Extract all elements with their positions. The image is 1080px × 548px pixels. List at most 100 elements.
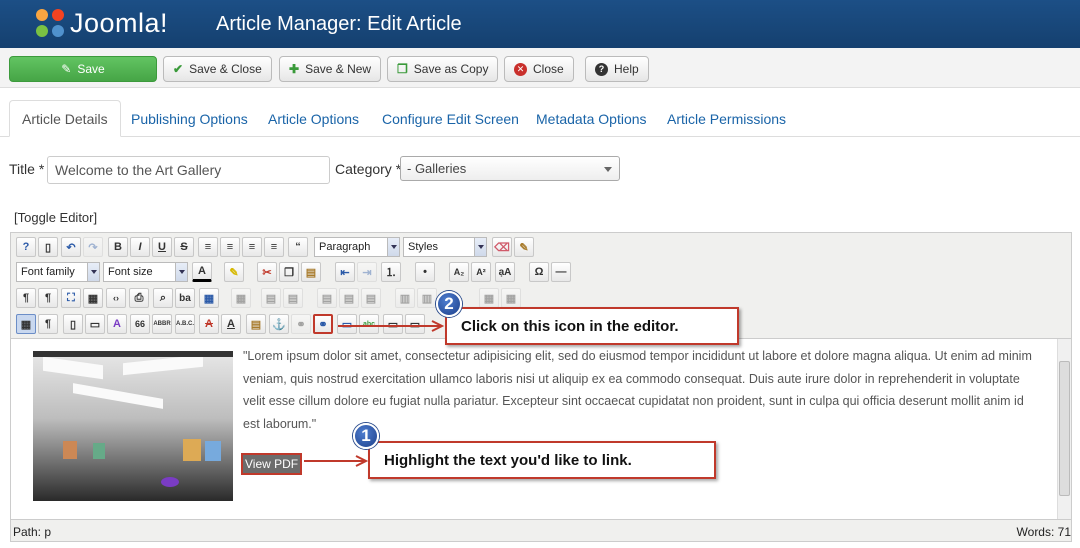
tab-article-options[interactable]: Article Options xyxy=(256,100,371,137)
save-new-label: Save & New xyxy=(305,62,372,76)
attributes-icon[interactable]: ▤ xyxy=(246,314,266,334)
save-new-button[interactable]: ✚ Save & New xyxy=(279,56,382,82)
save-copy-button[interactable]: ❐ Save as Copy xyxy=(387,56,499,82)
eraser-icon[interactable]: ⌫ xyxy=(492,237,512,257)
bullet-list-icon[interactable]: • xyxy=(415,262,435,282)
visual-aid-icon[interactable]: ▦ xyxy=(16,314,36,334)
row-before-icon[interactable]: ▤ xyxy=(317,288,337,308)
help-icon[interactable]: ? xyxy=(16,237,36,257)
step1-badge: 1 xyxy=(353,423,379,449)
font-family-value: Font family xyxy=(21,266,75,278)
app-header: Joomla! Article Manager: Edit Article xyxy=(0,0,1080,48)
category-label: Category * xyxy=(335,161,402,177)
save-close-button[interactable]: ✔ Save & Close xyxy=(163,56,272,82)
show-blocks-icon[interactable]: ¶ xyxy=(38,314,58,334)
page-title: Article Manager: Edit Article xyxy=(216,13,462,35)
omega-icon[interactable]: Ω xyxy=(529,262,549,282)
new-document-icon[interactable]: ▯ xyxy=(38,237,58,257)
word-count: Words: 71 xyxy=(1016,525,1071,539)
merge-cells-icon[interactable]: ▦ xyxy=(501,288,521,308)
cleanup-brush-icon[interactable]: ✎ xyxy=(514,237,534,257)
delete-row-icon[interactable]: ▤ xyxy=(361,288,381,308)
find-icon[interactable]: ⌕ xyxy=(153,288,173,308)
strikethrough-icon[interactable]: S xyxy=(174,237,194,257)
selected-link-text[interactable]: View PDF xyxy=(241,453,303,475)
logo-text: Joomla! xyxy=(70,8,169,38)
cite-icon[interactable]: 66 xyxy=(130,314,150,334)
col-before-icon[interactable]: ▥ xyxy=(395,288,415,308)
acronym-icon[interactable]: A.B.C. xyxy=(175,314,195,334)
row-props-icon[interactable]: ▤ xyxy=(261,288,281,308)
joomla-logo[interactable]: Joomla! xyxy=(36,8,168,39)
horizontal-rule-icon[interactable]: — xyxy=(551,262,571,282)
insert-link-icon[interactable]: ⚭ xyxy=(313,314,333,334)
row-after-icon[interactable]: ▤ xyxy=(339,288,359,308)
insert-file-icon[interactable]: ▯ xyxy=(63,314,83,334)
replace-icon[interactable]: ba xyxy=(175,288,195,308)
anchor-icon[interactable]: ⚓ xyxy=(269,314,289,334)
plus-icon: ✚ xyxy=(289,62,300,76)
style-props-icon[interactable]: A xyxy=(107,314,127,334)
rtl-icon[interactable]: ¶ xyxy=(38,288,58,308)
tab-article-details[interactable]: Article Details xyxy=(9,100,121,137)
delete-table-icon[interactable]: ▦ xyxy=(231,288,251,308)
text-color-icon[interactable]: A xyxy=(192,262,212,282)
tab-metadata-options[interactable]: Metadata Options xyxy=(524,100,659,137)
undo-icon[interactable]: ↶ xyxy=(61,237,81,257)
align-right-icon[interactable]: ≡ xyxy=(264,237,284,257)
font-size-select[interactable]: Font size xyxy=(103,262,188,282)
close-label: Close xyxy=(533,62,564,76)
scrollbar-thumb[interactable] xyxy=(1059,361,1070,496)
category-select[interactable]: - Galleries xyxy=(400,156,620,181)
editor-scrollbar[interactable] xyxy=(1057,339,1071,519)
abbr-icon[interactable]: ABBR xyxy=(152,314,172,334)
step1-callout: Highlight the text you'd like to link. xyxy=(368,441,716,479)
tab-article-permissions[interactable]: Article Permissions xyxy=(655,100,798,137)
numbered-list-icon[interactable]: ⒈ xyxy=(381,262,401,282)
copy-icon[interactable]: ❐ xyxy=(279,262,299,282)
align-justify-icon[interactable]: ≡ xyxy=(198,237,218,257)
align-left-icon[interactable]: ≡ xyxy=(242,237,262,257)
fullscreen-icon[interactable]: ⛶ xyxy=(61,288,81,308)
ins-icon[interactable]: A xyxy=(221,314,241,334)
col-after-icon[interactable]: ▥ xyxy=(417,288,437,308)
tab-publishing-options[interactable]: Publishing Options xyxy=(119,100,260,137)
editor-content[interactable]: "Lorem ipsum dolor sit amet, consectetur… xyxy=(11,339,1057,519)
cell-props-icon[interactable]: ▤ xyxy=(283,288,303,308)
print-icon[interactable]: ⎙ xyxy=(129,288,149,308)
ltr-icon[interactable]: ¶ xyxy=(16,288,36,308)
del-icon[interactable]: A xyxy=(199,314,219,334)
paste-icon[interactable]: ▤ xyxy=(301,262,321,282)
bold-icon[interactable]: B xyxy=(108,237,128,257)
step2-arrow xyxy=(338,320,445,332)
align-center-icon[interactable]: ≡ xyxy=(220,237,240,257)
italic-icon[interactable]: I xyxy=(130,237,150,257)
html-source-icon[interactable]: ‹› xyxy=(106,288,126,308)
font-family-select[interactable]: Font family xyxy=(16,262,100,282)
help-button[interactable]: ? Help xyxy=(585,56,649,82)
redo-icon[interactable]: ↷ xyxy=(83,237,103,257)
underline-icon[interactable]: U xyxy=(152,237,172,257)
tab-configure-edit-screen[interactable]: Configure Edit Screen xyxy=(370,100,531,137)
styles-select[interactable]: Styles xyxy=(403,237,487,257)
save-button[interactable]: ✎ Save xyxy=(9,56,157,82)
subscript-icon[interactable]: A₂ xyxy=(449,262,469,282)
insert-layer-icon[interactable]: ▭ xyxy=(85,314,105,334)
highlight-color-icon[interactable]: ✎ xyxy=(224,262,244,282)
question-icon: ? xyxy=(595,62,608,76)
close-button[interactable]: ✕ Close xyxy=(504,56,574,82)
close-icon: ✕ xyxy=(514,62,527,76)
toggle-editor-link[interactable]: [Toggle Editor] xyxy=(14,210,97,225)
title-input[interactable]: Welcome to the Art Gallery xyxy=(47,156,330,184)
unlink-icon[interactable]: ⚭ xyxy=(291,314,311,334)
indent-icon[interactable]: ⇥ xyxy=(357,262,377,282)
table-icon[interactable]: ▦ xyxy=(199,288,219,308)
outdent-icon[interactable]: ⇤ xyxy=(335,262,355,282)
superscript-icon[interactable]: A² xyxy=(471,262,491,282)
cut-icon[interactable]: ✂ xyxy=(257,262,277,282)
blockquote-icon[interactable]: “ xyxy=(288,237,308,257)
split-cells-icon[interactable]: ▦ xyxy=(479,288,499,308)
format-select[interactable]: Paragraph xyxy=(314,237,400,257)
character-map-icon[interactable]: ạA xyxy=(495,262,515,282)
template-icon[interactable]: ▦ xyxy=(83,288,103,308)
